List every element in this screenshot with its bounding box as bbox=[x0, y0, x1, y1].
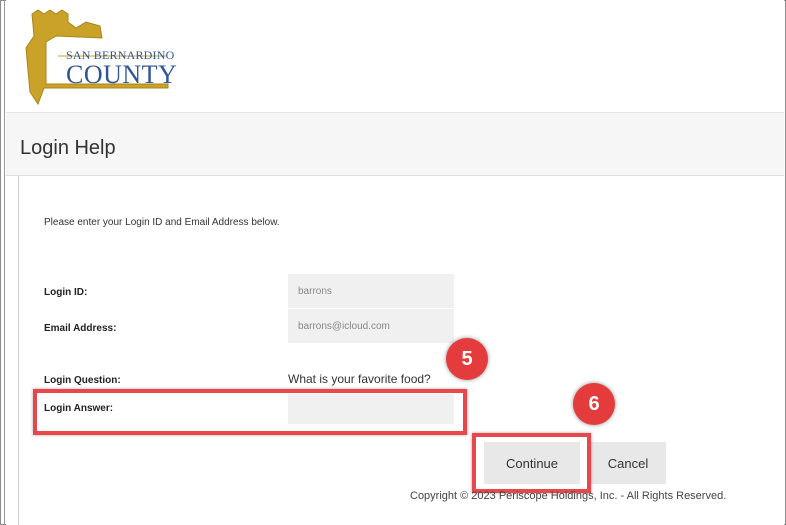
step-6-badge: 6 bbox=[573, 383, 615, 425]
content-divider bbox=[18, 176, 19, 525]
copyright-text: Copyright © 2023 Periscope Holdings, Inc… bbox=[410, 490, 727, 502]
email-field[interactable] bbox=[288, 309, 454, 343]
login-question-value: What is your favorite food? bbox=[288, 372, 431, 386]
header: SAN BERNARDINO COUNTY bbox=[6, 0, 784, 113]
instructions-text: Please enter your Login ID and Email Add… bbox=[44, 217, 280, 228]
left-border bbox=[4, 0, 5, 525]
continue-highlight bbox=[472, 433, 591, 493]
login-id-field[interactable] bbox=[288, 274, 454, 308]
email-label: Email Address: bbox=[44, 323, 117, 334]
cancel-button[interactable]: Cancel bbox=[590, 442, 666, 484]
login-id-label: Login ID: bbox=[44, 287, 88, 298]
content-area bbox=[6, 176, 784, 525]
login-question-label: Login Question: bbox=[44, 375, 121, 386]
page-title: Login Help bbox=[20, 137, 116, 159]
logo-text-line2: COUNTY bbox=[66, 60, 178, 89]
title-band: Login Help bbox=[6, 113, 784, 176]
login-answer-highlight bbox=[33, 389, 467, 435]
county-logo[interactable]: SAN BERNARDINO COUNTY bbox=[16, 8, 178, 108]
step-5-badge: 5 bbox=[446, 338, 488, 380]
